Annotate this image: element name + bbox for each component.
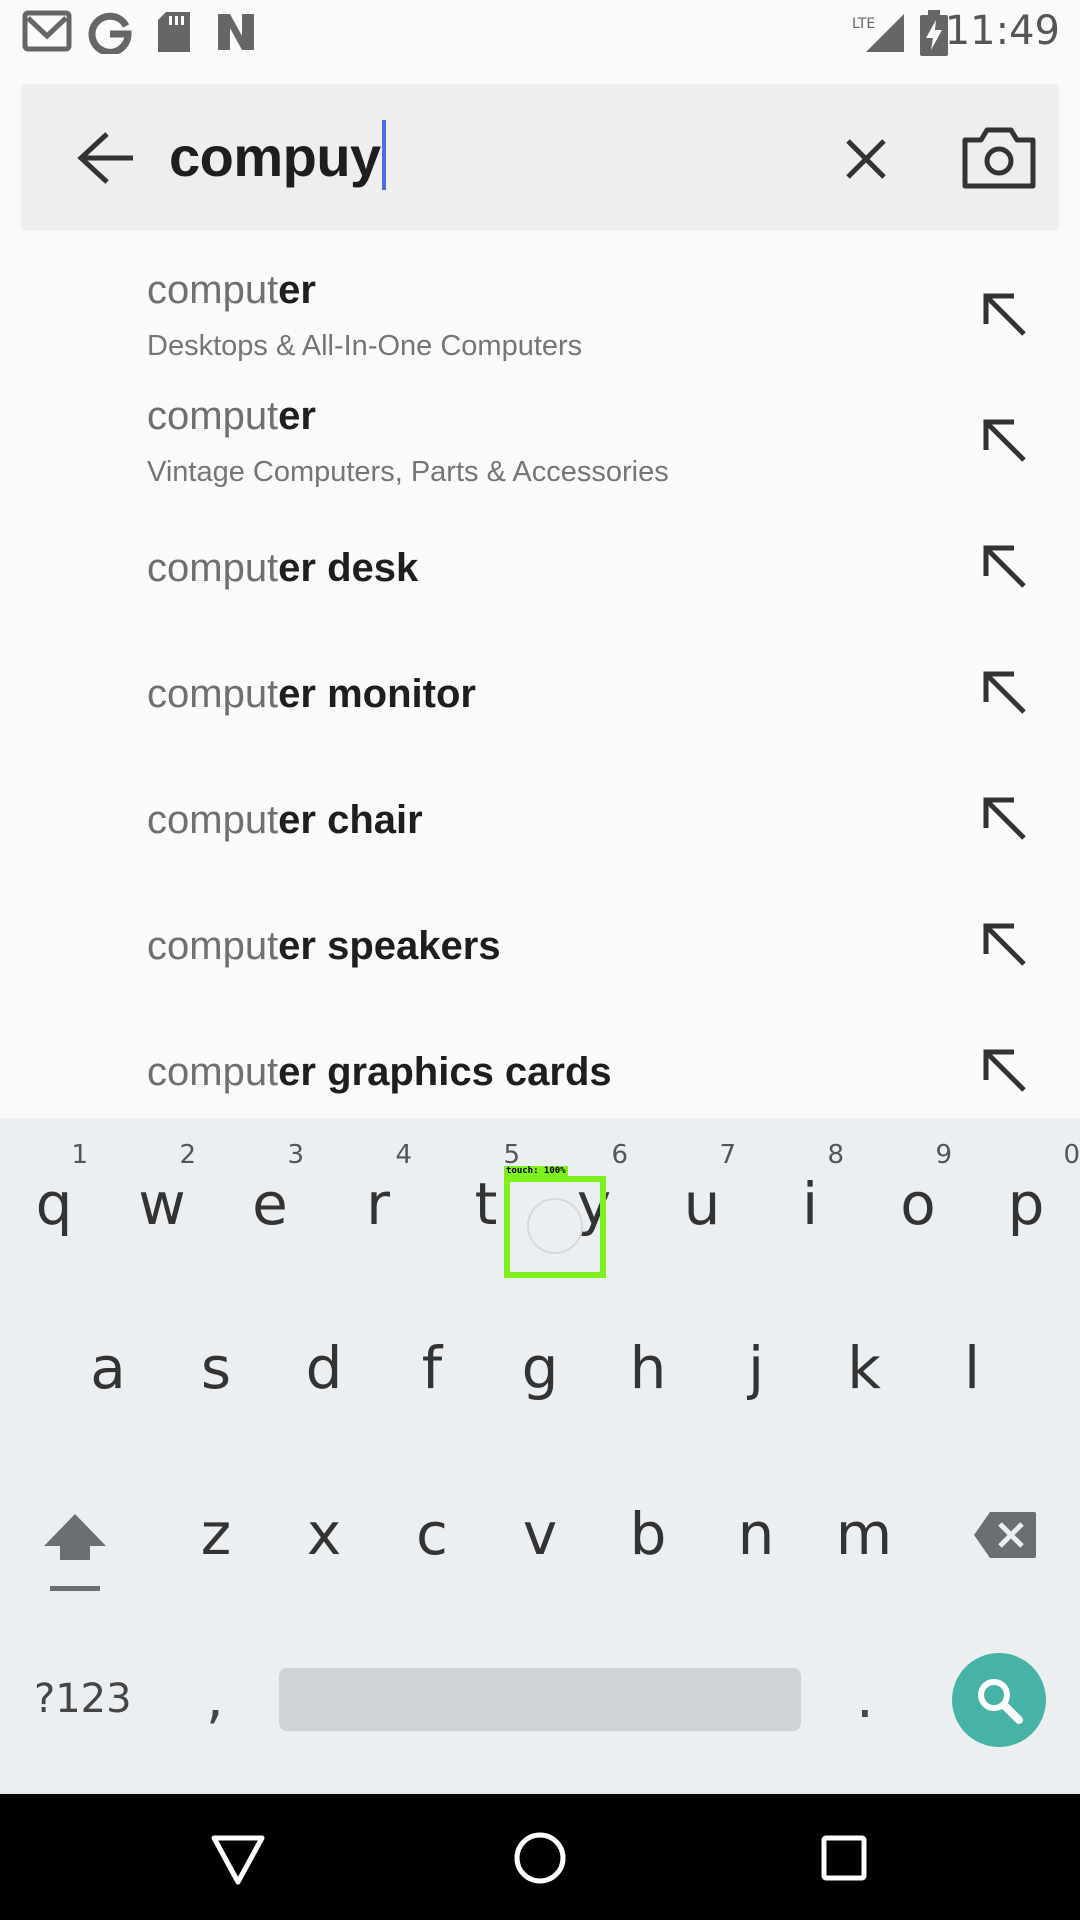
clock: 11:49 <box>944 8 1060 54</box>
key-i[interactable]: 8i <box>756 1118 864 1268</box>
back-arrow-icon[interactable] <box>57 124 153 192</box>
suggestion-text: computer monitor <box>147 672 476 716</box>
key-b[interactable]: b <box>594 1450 702 1600</box>
search-key[interactable] <box>952 1653 1046 1747</box>
sd-card-icon <box>158 12 190 52</box>
key-s[interactable]: s <box>162 1284 270 1434</box>
key-x[interactable]: x <box>270 1450 378 1600</box>
key-h[interactable]: h <box>594 1284 702 1434</box>
space-key[interactable] <box>279 1668 801 1731</box>
suggestion-item[interactable]: computer desk <box>0 504 1080 630</box>
fill-query-arrow-icon[interactable] <box>978 792 1032 846</box>
suggestion-text: computer graphics cards <box>147 1050 612 1094</box>
fill-query-arrow-icon[interactable] <box>978 1044 1032 1098</box>
fill-query-arrow-icon[interactable] <box>978 666 1032 720</box>
key-d[interactable]: d <box>270 1284 378 1434</box>
suggestion-text: computer <box>147 268 316 312</box>
close-icon[interactable] <box>831 124 901 194</box>
key-q[interactable]: 1q <box>0 1118 108 1268</box>
fill-query-arrow-icon[interactable] <box>978 918 1032 972</box>
key-r[interactable]: 4r <box>324 1118 432 1268</box>
suggestion-item[interactable]: computer Desktops & All-In-One Computers <box>0 252 1080 378</box>
fill-query-arrow-icon[interactable] <box>978 540 1032 594</box>
search-bar: compuy <box>21 84 1059 230</box>
suggestion-category: Desktops & All-In-One Computers <box>147 330 583 362</box>
suggestion-item[interactable]: computer monitor <box>0 630 1080 756</box>
nav-back-icon[interactable] <box>208 1828 268 1888</box>
signal-icon: LTE <box>852 14 904 52</box>
key-f[interactable]: f <box>378 1284 486 1434</box>
key-u[interactable]: 7u <box>648 1118 756 1268</box>
nav-recents-icon[interactable] <box>814 1828 874 1888</box>
search-input[interactable]: compuy <box>169 120 386 190</box>
key-a[interactable]: a <box>54 1284 162 1434</box>
key-p[interactable]: 0p <box>972 1118 1080 1268</box>
text-caret <box>381 120 386 190</box>
touch-highlight-box <box>504 1176 606 1278</box>
suggestion-item[interactable]: computer speakers <box>0 882 1080 1008</box>
suggestion-text: computer <box>147 394 316 438</box>
shift-icon[interactable] <box>40 1510 110 1596</box>
key-k[interactable]: k <box>810 1284 918 1434</box>
fill-query-arrow-icon[interactable] <box>978 288 1032 342</box>
key-l[interactable]: l <box>918 1284 1026 1434</box>
key-o[interactable]: 9o <box>864 1118 972 1268</box>
search-query-text: compuy <box>169 125 381 188</box>
key-z[interactable]: z <box>162 1450 270 1600</box>
key-n[interactable]: n <box>702 1450 810 1600</box>
network-label: LTE <box>852 16 875 32</box>
n-icon <box>218 14 254 50</box>
suggestion-text: computer speakers <box>147 924 501 968</box>
touch-label: touch: 100% <box>504 1166 568 1176</box>
key-c[interactable]: c <box>378 1450 486 1600</box>
camera-icon[interactable] <box>959 122 1039 194</box>
key-m[interactable]: m <box>810 1450 918 1600</box>
suggestion-item[interactable]: computer chair <box>0 756 1080 882</box>
status-bar: LTE 11:49 <box>0 0 1080 64</box>
period-key[interactable]: . <box>856 1666 874 1731</box>
gmail-icon <box>22 10 72 52</box>
fill-query-arrow-icon[interactable] <box>978 414 1032 468</box>
key-w[interactable]: 2w <box>108 1118 216 1268</box>
symbols-key[interactable]: ?123 <box>34 1676 132 1722</box>
suggestion-category: Vintage Computers, Parts & Accessories <box>147 456 669 488</box>
navigation-bar <box>0 1794 1080 1920</box>
suggestion-text: computer chair <box>147 798 423 842</box>
key-e[interactable]: 3e <box>216 1118 324 1268</box>
key-g[interactable]: g <box>486 1284 594 1434</box>
key-j[interactable]: j <box>702 1284 810 1434</box>
key-v[interactable]: v <box>486 1450 594 1600</box>
search-icon <box>978 1679 1023 1724</box>
suggestion-text: computer desk <box>147 546 419 590</box>
suggestion-item[interactable]: computer graphics cards <box>0 1008 1080 1134</box>
nav-home-icon[interactable] <box>510 1828 570 1888</box>
google-icon <box>88 12 132 54</box>
suggestion-item[interactable]: computer Vintage Computers, Parts & Acce… <box>0 378 1080 504</box>
comma-key[interactable]: , <box>206 1666 224 1731</box>
backspace-icon[interactable] <box>972 1510 1038 1560</box>
